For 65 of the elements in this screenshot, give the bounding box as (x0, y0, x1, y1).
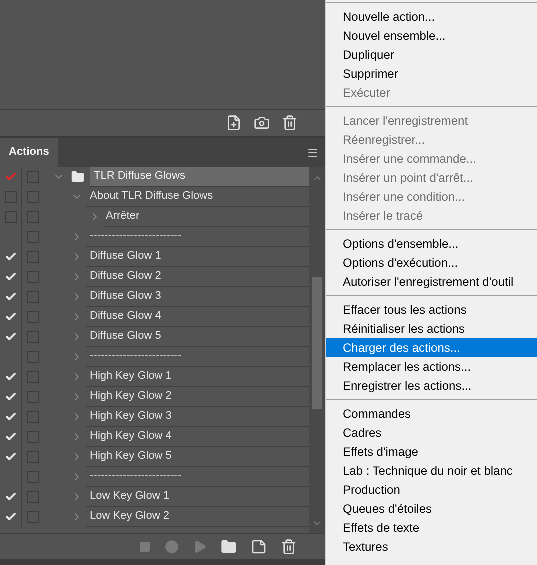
command-step-item[interactable]: Arrêter (104, 207, 309, 226)
action-set-item[interactable]: TLR Diffuse Glows (90, 167, 309, 186)
action-item[interactable]: Diffuse Glow 2 (86, 267, 309, 286)
menu-item[interactable]: Textures (326, 537, 537, 556)
action-item[interactable]: ------------------------- (86, 347, 309, 366)
check-icon[interactable] (4, 331, 16, 343)
menu-item[interactable]: Réinitialiser les actions (326, 319, 537, 338)
check-icon[interactable] (4, 291, 16, 303)
play-icon[interactable] (193, 540, 207, 554)
stop-icon[interactable] (139, 540, 151, 552)
check-icon[interactable] (4, 431, 16, 443)
folder-icon (70, 170, 86, 184)
new-action-icon[interactable] (251, 538, 267, 554)
menu-item[interactable]: Remplacer les actions... (326, 357, 537, 376)
record-icon[interactable] (165, 540, 179, 554)
check-icon[interactable] (4, 391, 16, 403)
menu-item[interactable]: Autoriser l'enregistrement d'outil (326, 272, 537, 291)
folder-icon[interactable] (221, 538, 237, 554)
check-icon[interactable] (4, 251, 16, 263)
scrollbar[interactable] (309, 167, 325, 533)
menu-item[interactable]: Lab : Technique du noir et blanc (326, 461, 537, 480)
action-item[interactable]: Diffuse Glow 1 (86, 247, 309, 266)
check-icon[interactable] (4, 171, 16, 183)
check-icon[interactable] (4, 511, 16, 523)
menu-item[interactable]: Supprimer (326, 64, 537, 83)
action-item[interactable]: Diffuse Glow 4 (86, 307, 309, 326)
menu-item[interactable]: Production (326, 480, 537, 499)
action-item[interactable]: High Key Glow 1 (86, 367, 309, 386)
action-item[interactable]: Low Key Glow 1 (86, 487, 309, 506)
menu-item[interactable]: Charger des actions... (326, 338, 537, 357)
menu-item[interactable]: Effets d'image (326, 442, 537, 461)
action-item[interactable]: ------------------------- (86, 227, 309, 246)
action-item[interactable]: Diffuse Glow 5 (86, 327, 309, 346)
action-item[interactable]: High Key Glow 5 (86, 447, 309, 466)
action-item[interactable]: High Key Glow 4 (86, 427, 309, 446)
action-item[interactable]: High Key Glow 3 (86, 407, 309, 426)
menu-item[interactable]: Commandes (326, 404, 537, 423)
menu-icon[interactable] (307, 146, 319, 158)
menu-item[interactable]: Options d'exécution... (326, 253, 537, 272)
menu-item[interactable]: Effets de texte (326, 518, 537, 537)
check-icon[interactable] (4, 451, 16, 463)
camera-icon[interactable] (254, 115, 270, 131)
menu-item[interactable]: Nouvel ensemble... (326, 26, 537, 45)
delete-icon[interactable] (281, 538, 297, 554)
new-document-icon[interactable] (226, 115, 242, 131)
action-item[interactable]: Low Key Glow 2 (86, 507, 309, 526)
menu-item[interactable]: Enregistrer les actions... (326, 376, 537, 395)
menu-item[interactable]: Cadres (326, 423, 537, 442)
menu-item[interactable]: Queues d'étoiles (326, 499, 537, 518)
action-item[interactable]: Diffuse Glow 3 (86, 287, 309, 306)
menu-item[interactable]: Effacer tous les actions (326, 300, 537, 319)
menu-item[interactable]: Options d'ensemble... (326, 234, 537, 253)
action-item[interactable]: About TLR Diffuse Glows (86, 187, 309, 206)
check-icon[interactable] (4, 311, 16, 323)
menu-item[interactable]: Dupliquer (326, 45, 537, 64)
actions-tab[interactable]: Actions (0, 138, 58, 167)
check-icon[interactable] (4, 491, 16, 503)
check-icon[interactable] (4, 371, 16, 383)
delete-icon[interactable] (282, 115, 298, 131)
check-icon[interactable] (4, 411, 16, 423)
action-item[interactable]: ------------------------- (86, 467, 309, 486)
check-icon[interactable] (4, 271, 16, 283)
action-item[interactable]: High Key Glow 2 (86, 387, 309, 406)
scrollbar-thumb[interactable] (312, 277, 322, 409)
menu-item[interactable]: Nouvelle action... (326, 7, 537, 26)
